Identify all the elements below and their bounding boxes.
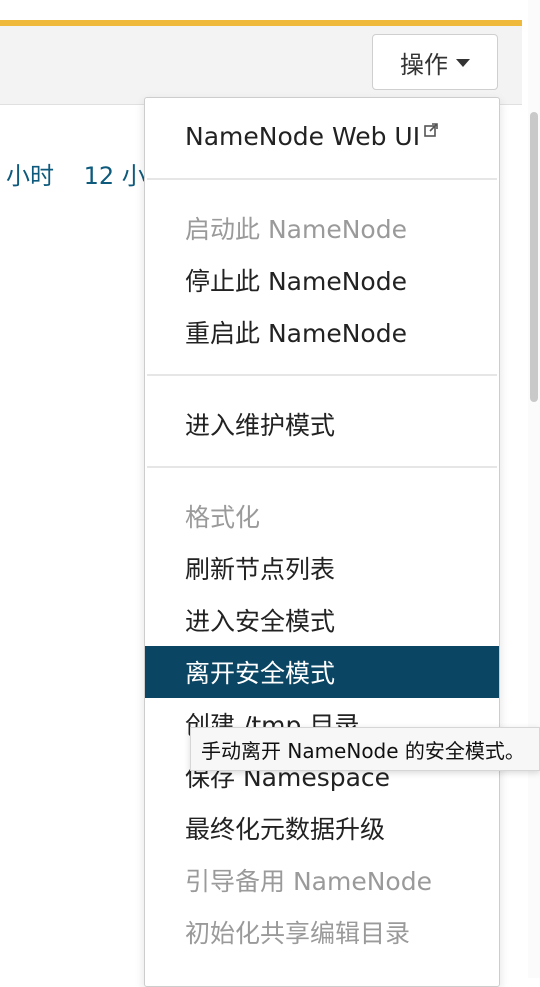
menu-item-format: 格式化 bbox=[185, 503, 261, 532]
menu-item-start: 启动此 NameNode bbox=[185, 215, 407, 244]
menu-item-refresh-nodes[interactable]: 刷新节点列表 bbox=[145, 542, 499, 594]
time-range-hours[interactable]: 小时 bbox=[6, 162, 54, 190]
menu-item-web-ui-label: NameNode Web UI bbox=[185, 121, 421, 151]
scrollbar-thumb[interactable] bbox=[530, 112, 538, 402]
actions-dropdown-menu: NameNode Web UI 启动此 NameNode 停止此 NameNod… bbox=[144, 97, 500, 987]
menu-divider bbox=[147, 178, 497, 180]
tooltip: 手动离开 NameNode 的安全模式。 bbox=[190, 727, 540, 771]
actions-dropdown-button[interactable]: 操作 bbox=[372, 34, 498, 90]
menu-item-stop[interactable]: 停止此 NameNode bbox=[145, 254, 499, 306]
actions-label: 操作 bbox=[400, 50, 448, 79]
menu-item-init-shared-edits: 初始化共享编辑目录 bbox=[185, 919, 411, 948]
menu-item-enter-safe-mode[interactable]: 进入安全模式 bbox=[145, 594, 499, 646]
caret-down-icon bbox=[456, 59, 470, 67]
menu-item-web-ui[interactable]: NameNode Web UI bbox=[145, 110, 499, 162]
menu-item-finalize-metadata[interactable]: 最终化元数据升级 bbox=[145, 802, 499, 854]
menu-divider bbox=[147, 374, 497, 376]
menu-item-bootstrap-standby: 引导备用 NameNode bbox=[185, 867, 432, 896]
menu-item-maintenance[interactable]: 进入维护模式 bbox=[145, 398, 499, 450]
menu-divider bbox=[147, 466, 497, 468]
menu-item-leave-safe-mode[interactable]: 离开安全模式 bbox=[145, 646, 499, 698]
external-link-icon bbox=[424, 123, 438, 137]
menu-item-restart[interactable]: 重启此 NameNode bbox=[145, 306, 499, 358]
time-range-12h[interactable]: 12 小 bbox=[84, 162, 146, 190]
tooltip-text: 手动离开 NameNode 的安全模式。 bbox=[201, 738, 525, 763]
